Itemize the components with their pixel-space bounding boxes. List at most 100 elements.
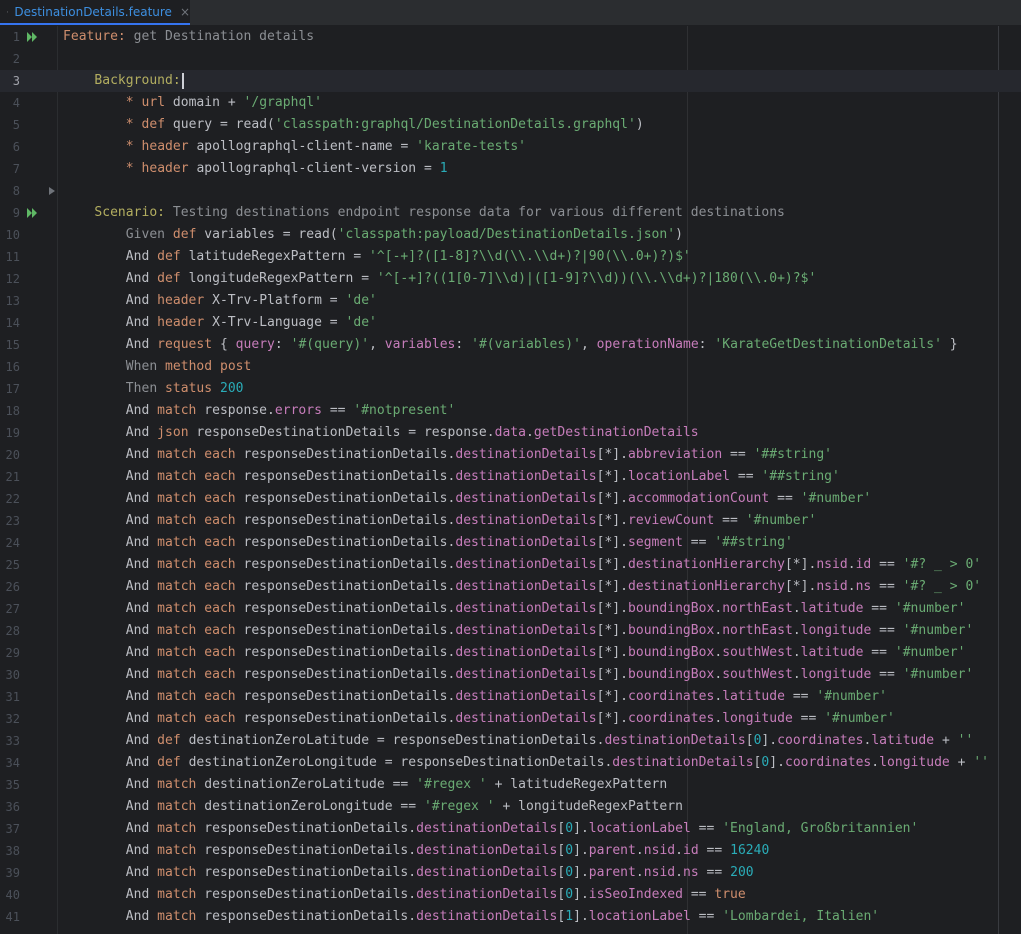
line-number: 15 (5, 338, 20, 352)
run-test-icon[interactable] (26, 31, 40, 43)
code-line[interactable]: 7 * header apollographql-client-version … (0, 158, 1021, 180)
code-line[interactable]: 35 And match destinationZeroLatitude == … (0, 774, 1021, 796)
code-token: ]. (573, 887, 589, 902)
code-token: destinationDetails (612, 755, 754, 770)
code-text: Scenario: Testing destinations endpoint … (63, 202, 785, 224)
code-token: Feature: (63, 29, 126, 44)
code-line[interactable]: 21 And match each responseDestinationDet… (0, 466, 1021, 488)
code-token: match each (157, 579, 236, 594)
line-number: 36 (5, 800, 20, 814)
line-number: 10 (5, 228, 20, 242)
line-number: 6 (12, 140, 20, 154)
code-token: responseDestinationDetails. (235, 447, 456, 462)
code-text: Given def variables = read('classpath:pa… (63, 224, 683, 246)
code-line[interactable]: 14 And header X-Trv-Language = 'de' (0, 312, 1021, 334)
code-line[interactable]: 27 And match each responseDestinationDet… (0, 598, 1021, 620)
code-line[interactable]: 19 And json responseDestinationDetails =… (0, 422, 1021, 444)
code-token: destinationDetails (455, 689, 597, 704)
code-line[interactable]: 5 * def query = read('classpath:graphql/… (0, 114, 1021, 136)
line-number: 23 (5, 514, 20, 528)
code-token: == (784, 689, 817, 704)
code-line[interactable]: 29 And match each responseDestinationDet… (0, 642, 1021, 664)
code-line[interactable]: 15 And request { query: '#(query)', vari… (0, 334, 1021, 356)
code-token: destinationDetails (604, 733, 746, 748)
code-text: And match each responseDestinationDetail… (63, 488, 871, 510)
code-line[interactable]: 28 And match each responseDestinationDet… (0, 620, 1021, 642)
code-token: * (125, 139, 134, 154)
line-number: 35 (5, 778, 20, 792)
code-token: match (157, 909, 197, 924)
code-line[interactable]: 41 And match responseDestinationDetails.… (0, 906, 1021, 928)
code-token: 0 (565, 821, 574, 836)
code-line[interactable]: 32 And match each responseDestinationDet… (0, 708, 1021, 730)
code-token: header (141, 161, 189, 176)
code-line[interactable]: 38 And match responseDestinationDetails.… (0, 840, 1021, 862)
code-line[interactable]: 11 And def latitudeRegexPattern = '^[-+]… (0, 246, 1021, 268)
code-line[interactable]: 13 And header X-Trv-Platform = 'de' (0, 290, 1021, 312)
code-token: coordinates (777, 733, 864, 748)
code-token: == (698, 843, 731, 858)
code-token: : (274, 337, 291, 352)
code-line[interactable]: 6 * header apollographql-client-name = '… (0, 136, 1021, 158)
code-token: responseDestinationDetails. (235, 579, 456, 594)
code-line[interactable]: 25 And match each responseDestinationDet… (0, 554, 1021, 576)
code-editor[interactable]: 1 Feature: get Destination details 2 3 Back… (0, 26, 1021, 934)
code-token: longitudeRegexPattern = (180, 271, 377, 286)
code-token: [*]. (784, 557, 817, 572)
fold-arrow-icon[interactable] (48, 187, 56, 195)
run-test-icon[interactable] (26, 207, 40, 219)
code-line[interactable]: 16 When method post (0, 356, 1021, 378)
code-line[interactable]: 2 (0, 48, 1021, 70)
code-line[interactable]: 37 And match responseDestinationDetails.… (0, 818, 1021, 840)
tab-destination-details-feature[interactable]: DestinationDetails.feature × (0, 0, 190, 25)
code-token: variables (384, 337, 456, 352)
code-token: 1 (439, 161, 448, 176)
code-line[interactable]: 31 And match each responseDestinationDet… (0, 686, 1021, 708)
code-line[interactable]: 23 And match each responseDestinationDet… (0, 510, 1021, 532)
code-line[interactable]: 24 And match each responseDestinationDet… (0, 532, 1021, 554)
code-line[interactable]: 20 And match each responseDestinationDet… (0, 444, 1021, 466)
code-line[interactable]: 33 And def destinationZeroLatitude = res… (0, 730, 1021, 752)
tab-close-icon[interactable]: × (180, 5, 190, 19)
code-token: And (63, 513, 158, 528)
code-token: boundingBox (628, 601, 715, 616)
line-number: 20 (5, 448, 20, 462)
line-number: 39 (5, 866, 20, 880)
code-text: And def destinationZeroLatitude = respon… (63, 730, 974, 752)
code-line[interactable]: 22 And match each responseDestinationDet… (0, 488, 1021, 510)
code-token: '#regex ' (416, 777, 487, 792)
code-token: ns (855, 579, 872, 594)
code-line[interactable]: 18 And match response.errors == '#notpre… (0, 400, 1021, 422)
code-line[interactable]: 10 Given def variables = read('classpath… (0, 224, 1021, 246)
code-line[interactable]: 8 (0, 180, 1021, 202)
code-line[interactable]: 3 Background: (0, 70, 1021, 92)
code-line[interactable]: 4 * url domain + '/graphql' (0, 92, 1021, 114)
code-token: destinationZeroLatitude == (196, 777, 417, 792)
code-token: == (698, 865, 731, 880)
code-token: nsid (816, 557, 848, 572)
code-token: apollographql-client-name = (188, 139, 417, 154)
code-token: def (141, 117, 166, 132)
code-token: == (871, 579, 903, 594)
code-line[interactable]: 26 And match each responseDestinationDet… (0, 576, 1021, 598)
code-token: '#number' (894, 601, 966, 616)
code-line[interactable]: 12 And def longitudeRegexPattern = '^[-+… (0, 268, 1021, 290)
line-number: 38 (5, 844, 20, 858)
code-token: , (369, 337, 385, 352)
code-line[interactable]: 39 And match responseDestinationDetails.… (0, 862, 1021, 884)
code-text: * url domain + '/graphql' (63, 92, 322, 114)
code-line[interactable]: 1 Feature: get Destination details (0, 26, 1021, 48)
code-line[interactable]: 34 And def destinationZeroLongitude = re… (0, 752, 1021, 774)
code-token: '^[-+]?([1-8]?\\d(\\.\\d+)?|90(\\.0+)?)$… (369, 249, 691, 264)
code-line[interactable]: 17 Then status 200 (0, 378, 1021, 400)
code-token: == (682, 535, 715, 550)
code-line[interactable]: 9 Scenario: Testing destinations endpoin… (0, 202, 1021, 224)
code-line[interactable]: 30 And match each responseDestinationDet… (0, 664, 1021, 686)
code-token: . (847, 557, 856, 572)
code-line[interactable]: 36 And match destinationZeroLongitude ==… (0, 796, 1021, 818)
code-line[interactable]: 40 And match responseDestinationDetails.… (0, 884, 1021, 906)
code-text: And request { query: '#(query)', variabl… (63, 334, 958, 356)
